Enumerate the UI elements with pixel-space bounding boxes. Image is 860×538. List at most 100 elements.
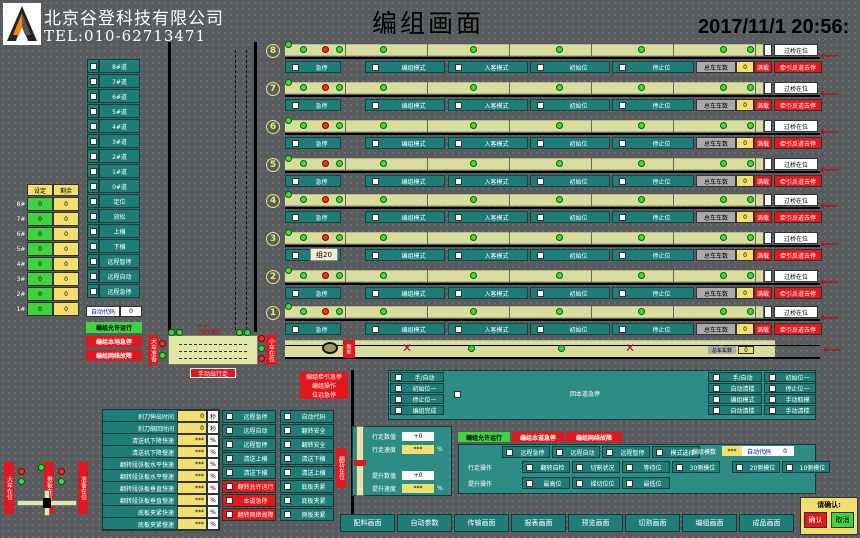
checkbox-icon[interactable] xyxy=(455,289,462,297)
checkbox-icon[interactable] xyxy=(372,139,379,147)
cross-ok-checkbox[interactable] xyxy=(764,232,772,244)
checkbox-icon[interactable] xyxy=(292,177,299,185)
rail-mode-cell[interactable]: 初始位 xyxy=(530,323,610,335)
checkbox-icon[interactable] xyxy=(626,463,633,471)
checkbox-icon[interactable] xyxy=(89,287,97,295)
checkbox-icon[interactable] xyxy=(455,177,462,185)
checkbox-icon[interactable] xyxy=(89,152,97,160)
nav-button[interactable]: 预览画面 xyxy=(568,514,623,532)
rail-mode-cell[interactable]: 初始位 xyxy=(530,175,610,187)
rail-mode-cell[interactable]: 入客模式 xyxy=(448,211,528,223)
cross-ok-checkbox[interactable] xyxy=(764,158,772,170)
checkbox-icon[interactable] xyxy=(372,101,379,109)
left-menu-checkbox[interactable] xyxy=(87,269,99,283)
checkbox-icon[interactable] xyxy=(537,325,544,333)
rail-mode-cell[interactable]: 急停 xyxy=(285,287,341,299)
param-value[interactable]: *** xyxy=(177,458,207,470)
rail-mode-cell[interactable]: 编组模式 xyxy=(365,137,445,149)
checkbox-icon[interactable] xyxy=(626,479,633,487)
checkbox-icon[interactable] xyxy=(537,289,544,297)
checkbox-icon[interactable] xyxy=(786,463,793,471)
rail-mode-cell[interactable]: 停止位 xyxy=(612,211,694,223)
left-menu-item[interactable]: 3#道 xyxy=(99,134,140,148)
left-menu-item[interactable]: 远程自动 xyxy=(99,269,140,283)
checkbox-icon[interactable] xyxy=(576,479,583,487)
rail-mode-cell[interactable]: 停止位 xyxy=(612,61,694,73)
checkbox-icon[interactable] xyxy=(619,289,626,297)
checkbox-icon[interactable] xyxy=(284,483,291,490)
op-item[interactable]: 最低位 xyxy=(622,477,670,489)
mid-panel-item[interactable]: 编组完成 xyxy=(390,405,444,415)
left-menu-item[interactable]: 定位 xyxy=(99,194,140,208)
nav-button[interactable]: 成品画面 xyxy=(739,514,794,532)
left-menu-item[interactable]: 8#道 xyxy=(99,59,140,73)
checkbox-icon[interactable] xyxy=(619,177,626,185)
mid-check-item-2[interactable]: 翻转安全 xyxy=(280,438,334,451)
checkbox-icon[interactable] xyxy=(619,251,626,259)
mid-check-item-2[interactable]: 自动代码 xyxy=(280,410,334,423)
checkbox-icon[interactable] xyxy=(284,427,291,434)
op-item[interactable]: 30侧模位 xyxy=(672,461,720,473)
rail-mode-cell[interactable]: 编组模式 xyxy=(365,323,445,335)
rail-mode-cell[interactable]: 编组模式 xyxy=(365,287,445,299)
checkbox-icon[interactable] xyxy=(537,251,544,259)
mid-panel-item[interactable]: 初始位一 xyxy=(390,383,444,393)
checkbox-icon[interactable] xyxy=(395,406,402,414)
checkbox-icon[interactable] xyxy=(395,384,402,392)
nav-button[interactable]: 报表画面 xyxy=(511,514,566,532)
hand-exit-button[interactable]: 手动出行走 xyxy=(190,368,236,378)
checkbox-icon[interactable] xyxy=(89,227,97,235)
checkbox-icon[interactable] xyxy=(455,139,462,147)
confirm-ok-button[interactable]: 确认 xyxy=(804,512,827,528)
rail-mode-cell[interactable]: 停止位 xyxy=(612,175,694,187)
left-menu-item[interactable]: 放松 xyxy=(99,209,140,223)
op-item[interactable]: 远程自动 xyxy=(552,446,600,458)
checkbox-icon[interactable] xyxy=(506,448,513,456)
checkbox-icon[interactable] xyxy=(284,511,291,518)
rail-mode-cell[interactable]: 急停 xyxy=(285,99,341,111)
rail-mode-cell[interactable]: 入客模式 xyxy=(448,175,528,187)
param-value[interactable]: *** xyxy=(177,494,207,506)
mid-check-item[interactable]: 清送下横 xyxy=(222,466,276,479)
nav-button[interactable]: 编组画面 xyxy=(682,514,737,532)
left-menu-checkbox[interactable] xyxy=(87,224,99,238)
nav-button[interactable]: 传输画面 xyxy=(454,514,509,532)
rail-mode-cell[interactable]: 初始位 xyxy=(530,137,610,149)
param-value[interactable]: *** xyxy=(177,518,207,530)
checkbox-icon[interactable] xyxy=(526,479,533,487)
rail-mode-cell[interactable]: 入客模式 xyxy=(448,323,528,335)
mid-panel-item[interactable]: 停止位一 xyxy=(390,394,444,404)
rail-mode-cell[interactable]: 入客模式 xyxy=(448,249,528,261)
mid-check-item[interactable]: 清送上横 xyxy=(222,452,276,465)
checkbox-icon[interactable] xyxy=(526,463,533,471)
mid-panel-item[interactable]: 手/自动 xyxy=(390,372,444,382)
checkbox-icon[interactable] xyxy=(372,289,379,297)
op-item[interactable]: 最高位 xyxy=(522,477,570,489)
checkbox-icon[interactable] xyxy=(226,455,233,462)
checkbox-icon[interactable] xyxy=(284,455,291,462)
rail-mode-cell[interactable]: 停止位 xyxy=(612,99,694,111)
checkbox-icon[interactable] xyxy=(676,463,683,471)
rail-mode-cell[interactable]: 入客模式 xyxy=(448,137,528,149)
rail-mode-cell[interactable]: 入客模式 xyxy=(448,287,528,299)
checkbox-icon[interactable] xyxy=(736,463,743,471)
rail-mode-cell[interactable]: 编组模式 xyxy=(365,175,445,187)
left-menu-checkbox[interactable] xyxy=(87,254,99,268)
checkbox-icon[interactable] xyxy=(455,213,462,221)
checkbox-icon[interactable] xyxy=(89,137,97,145)
checkbox-icon[interactable] xyxy=(89,212,97,220)
left-menu-item[interactable]: 远程智停 xyxy=(99,254,140,268)
checkbox-icon[interactable] xyxy=(713,384,720,392)
mid-panel-right-item-2[interactable]: 手动清楼 xyxy=(764,405,816,415)
nav-button[interactable]: 切割画面 xyxy=(625,514,680,532)
mid-check-item[interactable]: 远程智停 xyxy=(222,438,276,451)
checkbox-icon[interactable] xyxy=(537,101,544,109)
checkbox-icon[interactable] xyxy=(769,373,776,381)
checkbox-icon[interactable] xyxy=(226,511,233,518)
checkbox-icon[interactable] xyxy=(606,448,613,456)
rail-mode-cell[interactable]: 初始位 xyxy=(530,287,610,299)
checkbox-icon[interactable] xyxy=(619,325,626,333)
checkbox-icon[interactable] xyxy=(537,213,544,221)
mid-panel-right-item-2[interactable]: 停止位一 xyxy=(764,383,816,393)
confirm-cancel-button[interactable]: 取消 xyxy=(831,512,854,528)
